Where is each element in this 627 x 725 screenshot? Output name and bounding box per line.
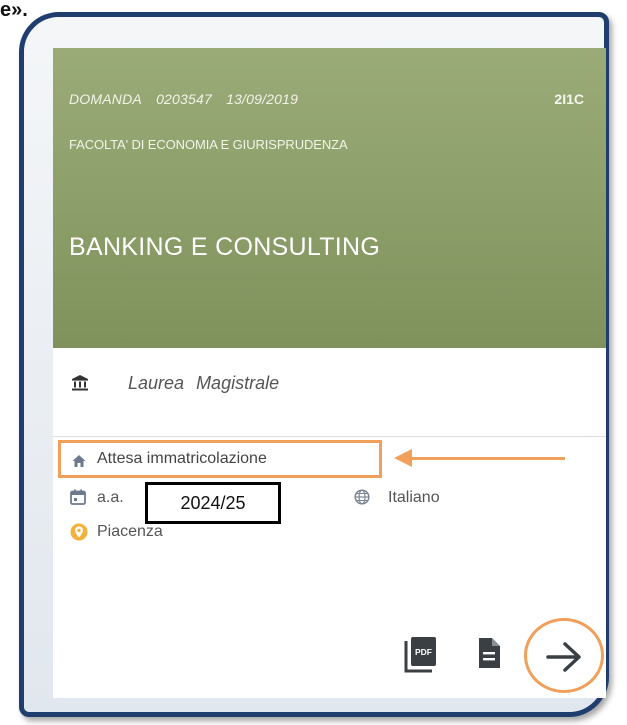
bank-icon xyxy=(72,375,88,391)
application-card: DOMANDA 0203547 13/09/2019 2I1C FACOLTA'… xyxy=(53,48,606,698)
academic-year-value: 2024/25 xyxy=(145,482,281,524)
location-pin-icon xyxy=(70,523,88,541)
calendar-icon xyxy=(70,489,86,505)
annotation-arrow-line xyxy=(408,457,565,460)
course-code: 2I1C xyxy=(554,91,584,107)
home-icon xyxy=(72,455,86,467)
pdf-icon[interactable]: PDF xyxy=(403,636,437,674)
degree-type-word1: Laurea xyxy=(128,373,185,393)
degree-type: Laurea Magistrale xyxy=(128,373,291,394)
next-button[interactable] xyxy=(524,618,604,693)
application-meta: DOMANDA 0203547 13/09/2019 xyxy=(69,91,308,107)
faculty-name: FACOLTA' DI ECONOMIA E GIURISPRUDENZA xyxy=(69,137,348,152)
status-text: Attesa immatricolazione xyxy=(97,450,267,467)
arrow-right-icon xyxy=(546,642,581,672)
application-date: 13/09/2019 xyxy=(226,91,299,107)
course-title: BANKING E CONSULTING xyxy=(69,233,381,261)
document-icon[interactable] xyxy=(477,637,501,669)
heading-fragment: e». xyxy=(0,0,28,21)
application-number: 0203547 xyxy=(156,91,212,107)
globe-icon xyxy=(354,489,370,505)
svg-text:PDF: PDF xyxy=(415,647,432,657)
degree-row: Laurea Magistrale xyxy=(53,348,606,437)
location-value: Piacenza xyxy=(97,523,163,540)
degree-type-word2: Magistrale xyxy=(196,373,280,393)
application-label: DOMANDA xyxy=(69,91,142,107)
card-details: Attesa immatricolazione a.a. 2024/25 Ita… xyxy=(53,437,606,698)
academic-year-label: a.a. xyxy=(97,489,124,506)
page: e». DOMANDA 0203547 13/09/2019 2I1C FACO… xyxy=(0,0,627,725)
card-header: DOMANDA 0203547 13/09/2019 2I1C FACOLTA'… xyxy=(53,48,606,348)
language-value: Italiano xyxy=(388,489,440,506)
